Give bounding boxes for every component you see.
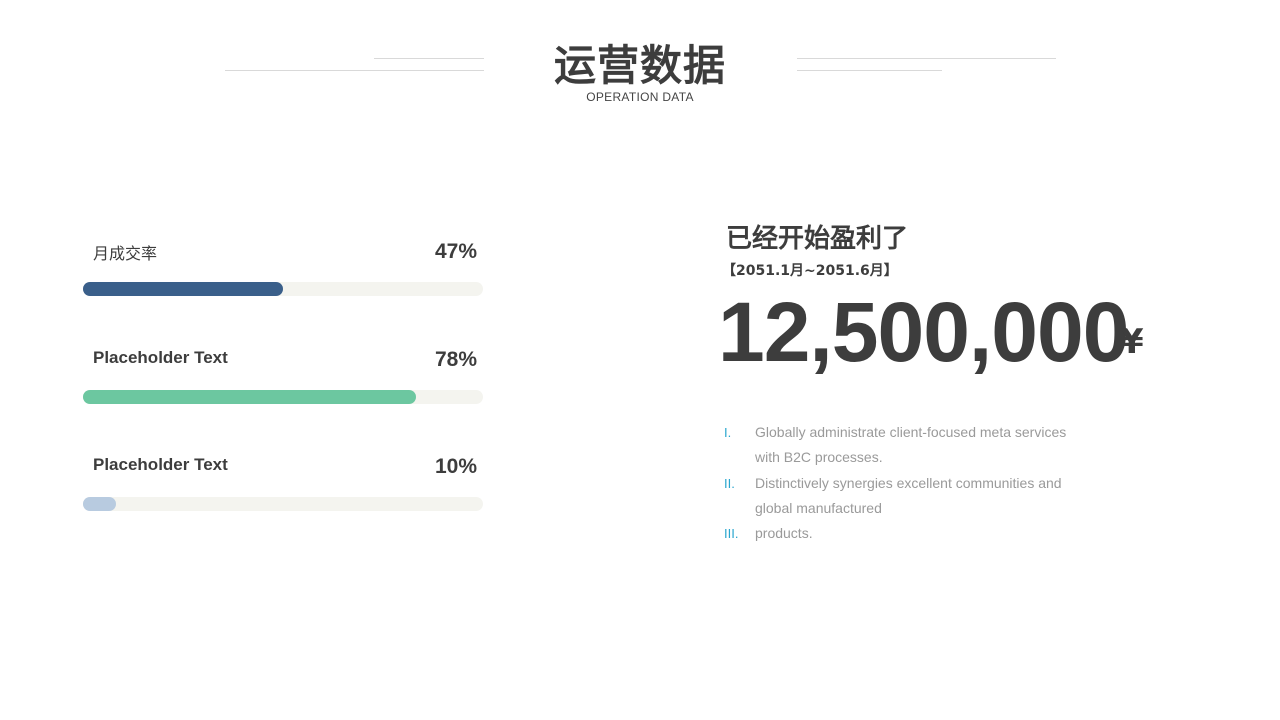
progress-track (83, 282, 483, 296)
progress-percent: 78% (434, 348, 477, 371)
list-item-text: products. (755, 525, 813, 542)
profit-period: 【2051.1月~2051.6月】 (722, 263, 898, 279)
page-subtitle: OPERATION DATA (586, 90, 694, 104)
progress-item: 月成交率 47% (83, 240, 483, 320)
progress-track (83, 497, 483, 511)
progress-percent: 10% (434, 455, 477, 478)
list-marker: III. (724, 526, 739, 542)
profit-heading: 已经开始盈利了 (726, 224, 909, 254)
list-item: III. products. (724, 521, 1084, 546)
progress-item: Placeholder Text 10% (83, 455, 483, 535)
progress-fill (83, 497, 117, 511)
progress-fill (83, 282, 283, 296)
list-item: I. Globally administrate client-focused … (724, 420, 1084, 471)
profit-amount: 12,500,000 (718, 285, 1129, 379)
progress-label: Placeholder Text (93, 455, 228, 474)
progress-fill (83, 390, 417, 404)
list-item-text: Distinctively synergies excellent commun… (755, 474, 1062, 516)
page-title: 运营数据 (553, 41, 726, 90)
notes-list: I. Globally administrate client-focused … (724, 420, 1084, 546)
list-item: II. Distinctively synergies excellent co… (724, 471, 1084, 522)
progress-label: Placeholder Text (93, 348, 228, 367)
progress-item: Placeholder Text 78% (83, 348, 483, 428)
progress-label: 月成交率 (93, 244, 158, 263)
currency-symbol: ¥ (1120, 322, 1144, 362)
progress-track (83, 390, 483, 404)
progress-percent: 47% (434, 240, 477, 263)
list-marker: I. (724, 425, 732, 440)
list-item-text: Globally administrate client-focused met… (755, 424, 1067, 466)
list-marker: II. (724, 475, 735, 491)
